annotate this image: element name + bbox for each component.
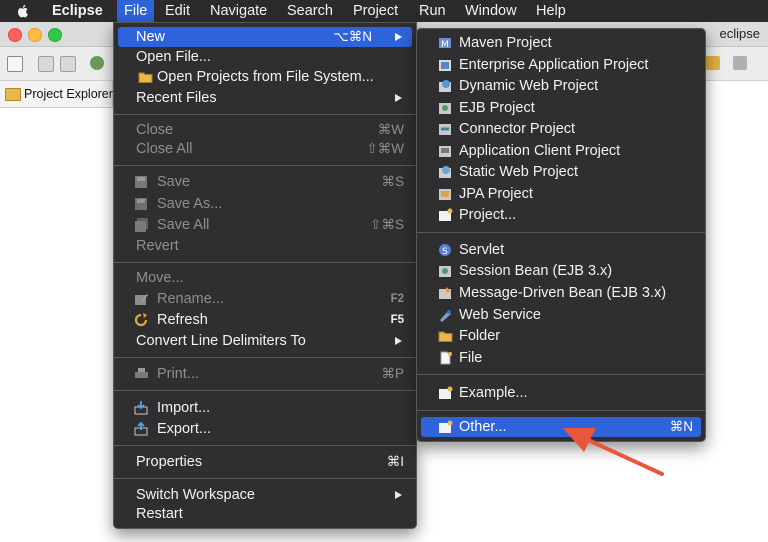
annotation-arrow [563,428,664,476]
